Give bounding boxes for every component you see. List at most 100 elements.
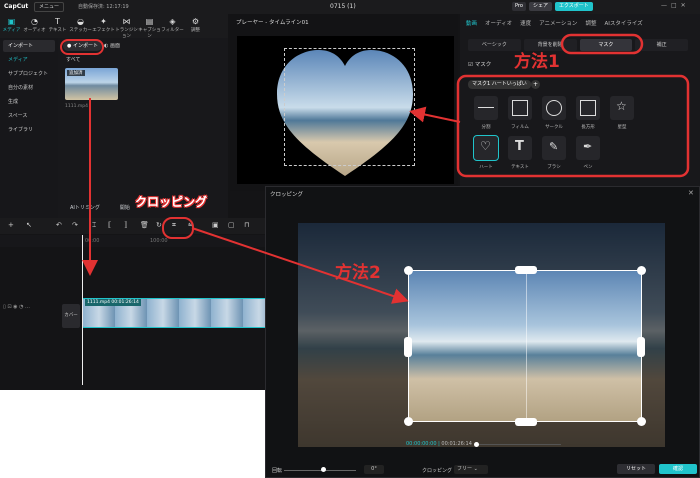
mask-text[interactable]: T xyxy=(508,136,532,160)
marker-icon[interactable]: ▢ xyxy=(228,221,235,229)
mask-circle[interactable] xyxy=(542,96,566,120)
tool-caption[interactable]: ▤ キャプション xyxy=(138,14,161,39)
add-mask-button[interactable]: + xyxy=(531,80,540,89)
ratio-dropdown[interactable]: フリー ⌄ xyxy=(454,465,488,474)
scrubber-knob[interactable] xyxy=(474,442,479,447)
tool-transition[interactable]: ⋈ トランジション xyxy=(115,14,138,39)
crop-scrubber[interactable] xyxy=(476,444,561,445)
mask-rectangle[interactable] xyxy=(576,96,600,120)
sidebar-item-media[interactable]: メディア xyxy=(3,54,55,66)
mirror-icon[interactable]: ⇋ xyxy=(188,221,194,229)
subtab-basic[interactable]: ベーシック xyxy=(468,39,521,51)
brush-icon: ✎ xyxy=(549,140,559,153)
all-filter[interactable]: すべて xyxy=(66,56,80,63)
title-bar-actions: Pro シェア エクスポート xyxy=(512,2,593,11)
mask-selection-box[interactable] xyxy=(284,48,415,166)
tab-audio[interactable]: オーディオ xyxy=(485,19,512,27)
tool-text[interactable]: T テキスト xyxy=(46,14,69,38)
close-icon[interactable]: ✕ xyxy=(688,189,694,197)
video-clip[interactable]: 1111.mp4 00:01:26:14 xyxy=(82,298,272,328)
crop-handle-top-right[interactable] xyxy=(637,266,646,275)
mask-star[interactable]: ☆ xyxy=(610,96,634,120)
sidebar-item-generate[interactable]: 生成 xyxy=(3,96,55,108)
mask-toggle[interactable]: ☑ マスク xyxy=(468,60,491,68)
select-icon[interactable]: ↖ xyxy=(26,221,32,229)
tab-adjust[interactable]: 調整 xyxy=(585,19,596,27)
import-label: インポート xyxy=(72,43,98,49)
rotate-slider[interactable] xyxy=(284,470,356,471)
tool-adjust[interactable]: ⚙ 調整 xyxy=(184,14,207,38)
adjust-icon: ⚙ xyxy=(191,17,200,26)
sidebar-item-my-assets[interactable]: 自分の素材 xyxy=(3,82,55,94)
mask-pen[interactable]: ✒ xyxy=(576,136,600,160)
crop-icon[interactable]: ⌗ xyxy=(172,221,176,230)
crop-handle-bottom-right[interactable] xyxy=(637,417,646,426)
sidebar-item-subproject[interactable]: サブプロジェクト xyxy=(3,68,55,80)
magnet-icon[interactable]: ⊓ xyxy=(244,221,249,229)
sidebar-item-library[interactable]: ライブラリ xyxy=(3,124,55,136)
annotation-cropping: クロッピング xyxy=(135,195,208,209)
reset-button[interactable]: リセット xyxy=(617,464,655,474)
subtab-correction[interactable]: 補正 xyxy=(635,39,688,51)
crop-handle-top[interactable] xyxy=(515,266,537,274)
split-icon[interactable]: ⌶ xyxy=(92,221,96,230)
tool-filter[interactable]: ◈ フィルター xyxy=(161,14,184,38)
split-right-icon[interactable]: ⟧ xyxy=(124,221,127,229)
tab-speed[interactable]: 速度 xyxy=(520,19,531,27)
crop-handle-bottom-left[interactable] xyxy=(404,417,413,426)
stock-toggle[interactable]: ◐ 画面 xyxy=(104,41,120,51)
tool-media[interactable]: ▣ メディア xyxy=(0,14,23,38)
redo-icon[interactable]: ↷ xyxy=(72,221,78,229)
crop-handle-right[interactable] xyxy=(637,337,645,357)
mask-label: 分割 xyxy=(481,125,491,130)
mask-split[interactable] xyxy=(474,96,498,120)
sidebar-item-import[interactable]: インポート xyxy=(3,40,55,52)
mask-heart[interactable]: ♡ xyxy=(473,135,499,161)
confirm-button[interactable]: 確認 xyxy=(659,464,697,474)
add-icon[interactable]: + xyxy=(8,221,14,229)
total-time: 00:01:26:14 xyxy=(441,441,472,447)
rotate-value-field[interactable]: 0° xyxy=(364,465,384,474)
tool-sticker[interactable]: ◒ ステッカー xyxy=(69,14,92,38)
lock-icon[interactable]: ▯ ⊡ ◉ ◔ … xyxy=(3,304,30,310)
caption-icon: ▤ xyxy=(145,17,154,26)
title-bar: CapCut メニュー 自動保存済: 12:17:19 0715 (1) Pro… xyxy=(0,0,700,14)
crop-timecode: 00:00:00:00 | 00:01:26:14 xyxy=(406,441,472,447)
tool-effect[interactable]: ✦ エフェクト xyxy=(92,14,115,38)
rotate-slider-knob[interactable] xyxy=(321,467,326,472)
tool-audio[interactable]: ◔ オーディオ xyxy=(23,14,46,38)
tab-video[interactable]: 動画 xyxy=(466,19,477,27)
delete-icon[interactable]: 🗑 xyxy=(140,221,149,229)
mask-toggle-label: マスク xyxy=(474,62,492,68)
split-left-icon[interactable]: ⟦ xyxy=(108,221,111,229)
rotate-icon[interactable]: ↻ xyxy=(156,221,162,229)
subtab-mask[interactable]: マスク xyxy=(579,39,633,51)
media-thumbnail[interactable]: 追加済 xyxy=(65,68,118,100)
crop-region[interactable] xyxy=(404,266,646,426)
mask-preset-pill[interactable]: マスク1 ハートいっぱい xyxy=(468,80,531,89)
mask-brush[interactable]: ✎ xyxy=(542,136,566,160)
mask-label: サークル xyxy=(545,125,563,130)
window-controls[interactable]: —□✕ xyxy=(661,2,690,9)
project-title: 0715 (1) xyxy=(330,3,356,10)
sidebar-item-space[interactable]: スペース xyxy=(3,110,55,122)
mask-label: 星型 xyxy=(617,125,627,130)
crop-handle-bottom[interactable] xyxy=(515,418,537,426)
frame-icon[interactable]: ▣ xyxy=(212,221,219,229)
tab-ai-stylize[interactable]: AIスタイライズ xyxy=(604,19,642,27)
player-stage[interactable] xyxy=(237,36,454,184)
pro-button[interactable]: Pro xyxy=(512,2,526,11)
crop-handle-left[interactable] xyxy=(404,337,412,357)
tool-label: フィルター xyxy=(161,28,184,33)
menu-button[interactable]: メニュー xyxy=(34,2,65,12)
share-button[interactable]: シェア xyxy=(528,2,552,11)
split-icon xyxy=(478,107,494,108)
cover-button[interactable]: カバー xyxy=(62,304,80,328)
import-button[interactable]: ● インポート xyxy=(63,41,102,51)
mask-film[interactable] xyxy=(508,96,532,120)
export-button[interactable]: エクスポート xyxy=(554,2,593,11)
crop-handle-top-left[interactable] xyxy=(404,266,413,275)
tab-animation[interactable]: アニメーション xyxy=(539,19,577,27)
undo-icon[interactable]: ↶ xyxy=(56,221,62,229)
playhead[interactable] xyxy=(82,235,83,385)
